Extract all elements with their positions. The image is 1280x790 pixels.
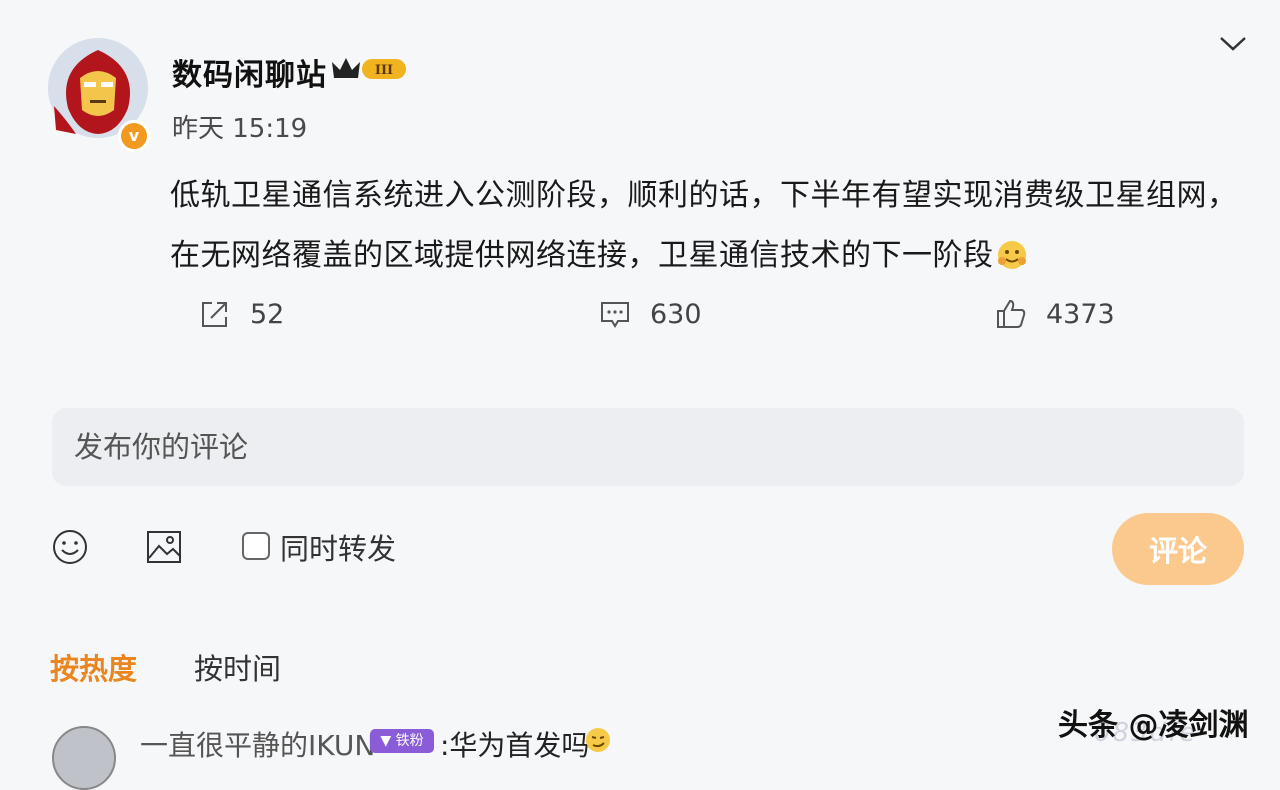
- chevron-down-icon[interactable]: [1218, 34, 1248, 54]
- repost-checkbox-label[interactable]: 同时转发: [280, 526, 396, 568]
- commenter-name[interactable]: 一直很平静的IKUN: [140, 724, 375, 764]
- comment-input[interactable]: 发布你的评论: [52, 408, 1244, 486]
- fan-badge: ▼ 铁粉: [370, 729, 434, 753]
- emoji-icon[interactable]: [51, 528, 89, 566]
- level-crown-badge: III: [330, 54, 408, 84]
- verified-badge: v: [118, 120, 150, 152]
- repost-count: 52: [250, 298, 285, 330]
- like-action[interactable]: 4373: [994, 292, 1115, 336]
- comment-input-placeholder: 发布你的评论: [74, 430, 249, 464]
- comment-action[interactable]: 630: [598, 292, 702, 336]
- post-body: 低轨卫星通信系统进入公测阶段，顺利的话，下半年有望实现消费级卫星组网，在无网络覆…: [170, 166, 1250, 286]
- repost-icon: [202, 302, 227, 327]
- comment-text: :华为首发吗: [440, 729, 590, 762]
- thumbs-up-icon: [997, 299, 1026, 328]
- post-time: 昨天 15:19: [172, 114, 308, 144]
- comment-icon: [601, 302, 629, 328]
- level-badge-text: III: [375, 63, 393, 78]
- image-icon[interactable]: [145, 528, 183, 566]
- tab-sort-time[interactable]: 按时间: [194, 646, 281, 688]
- tab-sort-hot[interactable]: 按热度: [50, 646, 137, 688]
- commenter-avatar[interactable]: [52, 726, 116, 790]
- author-name[interactable]: 数码闲聊站: [172, 50, 327, 94]
- comment-count: 630: [650, 298, 702, 330]
- submit-comment-button[interactable]: 评论: [1112, 513, 1244, 585]
- repost-checkbox[interactable]: [242, 532, 270, 560]
- smirk-emoji-icon: [584, 726, 612, 754]
- like-count: 4373: [1046, 298, 1115, 330]
- hug-emoji-icon: [996, 232, 1028, 269]
- post-text: 低轨卫星通信系统进入公测阶段，顺利的话，下半年有望实现消费级卫星组网，在无网络覆…: [170, 178, 1238, 273]
- toutiao-watermark: 头条 @凌剑渊: [1058, 708, 1249, 743]
- repost-action[interactable]: 52: [198, 292, 284, 336]
